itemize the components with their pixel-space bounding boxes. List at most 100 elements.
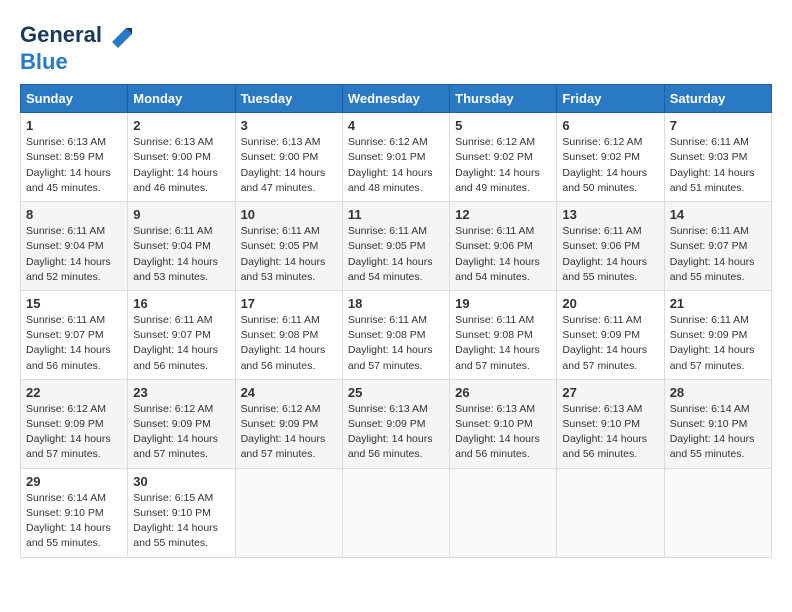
calendar-week-row: 15 Sunrise: 6:11 AMSunset: 9:07 PMDayligh… <box>21 290 772 379</box>
day-info: Sunrise: 6:11 AMSunset: 9:08 PMDaylight:… <box>241 313 337 374</box>
day-info: Sunrise: 6:11 AMSunset: 9:05 PMDaylight:… <box>348 224 444 285</box>
day-number: 1 <box>26 118 122 133</box>
calendar-cell <box>342 468 449 557</box>
day-number: 22 <box>26 385 122 400</box>
logo-blue-text: Blue <box>20 49 68 74</box>
day-number: 17 <box>241 296 337 311</box>
calendar-cell: 11 Sunrise: 6:11 AMSunset: 9:05 PMDayligh… <box>342 202 449 291</box>
weekday-header: Saturday <box>664 85 771 113</box>
day-number: 7 <box>670 118 766 133</box>
calendar-cell: 19 Sunrise: 6:11 AMSunset: 9:08 PMDayligh… <box>450 290 557 379</box>
day-number: 3 <box>241 118 337 133</box>
logo-icon <box>104 20 134 50</box>
weekday-header: Friday <box>557 85 664 113</box>
calendar-cell: 20 Sunrise: 6:11 AMSunset: 9:09 PMDayligh… <box>557 290 664 379</box>
calendar-week-row: 1 Sunrise: 6:13 AMSunset: 8:59 PMDaylight… <box>21 113 772 202</box>
calendar-cell: 16 Sunrise: 6:11 AMSunset: 9:07 PMDayligh… <box>128 290 235 379</box>
day-number: 6 <box>562 118 658 133</box>
day-info: Sunrise: 6:13 AMSunset: 9:09 PMDaylight:… <box>348 402 444 463</box>
day-info: Sunrise: 6:11 AMSunset: 9:07 PMDaylight:… <box>26 313 122 374</box>
calendar-cell: 13 Sunrise: 6:11 AMSunset: 9:06 PMDayligh… <box>557 202 664 291</box>
day-info: Sunrise: 6:11 AMSunset: 9:08 PMDaylight:… <box>348 313 444 374</box>
calendar-cell: 18Sunrise: 6:11 AMSunset: 9:08 PMDayligh… <box>342 290 449 379</box>
day-number: 29 <box>26 474 122 489</box>
calendar-cell: 5 Sunrise: 6:12 AMSunset: 9:02 PMDaylight… <box>450 113 557 202</box>
day-info: Sunrise: 6:13 AMSunset: 9:10 PMDaylight:… <box>455 402 551 463</box>
day-info: Sunrise: 6:11 AMSunset: 9:09 PMDaylight:… <box>562 313 658 374</box>
day-number: 23 <box>133 385 229 400</box>
day-info: Sunrise: 6:11 AMSunset: 9:06 PMDaylight:… <box>562 224 658 285</box>
day-number: 10 <box>241 207 337 222</box>
day-info: Sunrise: 6:11 AMSunset: 9:04 PMDaylight:… <box>133 224 229 285</box>
day-number: 15 <box>26 296 122 311</box>
day-number: 21 <box>670 296 766 311</box>
day-number: 11 <box>348 207 444 222</box>
day-number: 25 <box>348 385 444 400</box>
calendar-week-row: 22 Sunrise: 6:12 AMSunset: 9:09 PMDayligh… <box>21 379 772 468</box>
day-number: 14 <box>670 207 766 222</box>
calendar-cell: 15 Sunrise: 6:11 AMSunset: 9:07 PMDayligh… <box>21 290 128 379</box>
weekday-header-row: SundayMondayTuesdayWednesdayThursdayFrid… <box>21 85 772 113</box>
calendar-cell: 6 Sunrise: 6:12 AMSunset: 9:02 PMDaylight… <box>557 113 664 202</box>
calendar-cell: 9 Sunrise: 6:11 AMSunset: 9:04 PMDaylight… <box>128 202 235 291</box>
day-number: 27 <box>562 385 658 400</box>
day-number: 9 <box>133 207 229 222</box>
calendar-cell: 1 Sunrise: 6:13 AMSunset: 8:59 PMDaylight… <box>21 113 128 202</box>
day-info: Sunrise: 6:14 AMSunset: 9:10 PMDaylight:… <box>26 491 122 552</box>
calendar-cell: 7 Sunrise: 6:11 AMSunset: 9:03 PMDaylight… <box>664 113 771 202</box>
calendar-cell: 26 Sunrise: 6:13 AMSunset: 9:10 PMDayligh… <box>450 379 557 468</box>
weekday-header: Sunday <box>21 85 128 113</box>
day-info: Sunrise: 6:11 AMSunset: 9:05 PMDaylight:… <box>241 224 337 285</box>
day-number: 2 <box>133 118 229 133</box>
calendar-cell <box>235 468 342 557</box>
calendar-cell: 23 Sunrise: 6:12 AMSunset: 9:09 PMDayligh… <box>128 379 235 468</box>
weekday-header: Wednesday <box>342 85 449 113</box>
weekday-header: Monday <box>128 85 235 113</box>
day-info: Sunrise: 6:12 AMSunset: 9:02 PMDaylight:… <box>562 135 658 196</box>
calendar-cell: 30Sunrise: 6:15 AMSunset: 9:10 PMDayligh… <box>128 468 235 557</box>
day-number: 19 <box>455 296 551 311</box>
calendar-week-row: 8 Sunrise: 6:11 AMSunset: 9:04 PMDaylight… <box>21 202 772 291</box>
day-info: Sunrise: 6:11 AMSunset: 9:06 PMDaylight:… <box>455 224 551 285</box>
day-info: Sunrise: 6:15 AMSunset: 9:10 PMDaylight:… <box>133 491 229 552</box>
day-info: Sunrise: 6:13 AMSunset: 9:00 PMDaylight:… <box>241 135 337 196</box>
day-info: Sunrise: 6:11 AMSunset: 9:08 PMDaylight:… <box>455 313 551 374</box>
day-info: Sunrise: 6:13 AMSunset: 9:00 PMDaylight:… <box>133 135 229 196</box>
day-info: Sunrise: 6:12 AMSunset: 9:09 PMDaylight:… <box>241 402 337 463</box>
page-header: General Blue <box>20 20 772 74</box>
logo-text: General <box>20 23 102 47</box>
day-info: Sunrise: 6:12 AMSunset: 9:09 PMDaylight:… <box>133 402 229 463</box>
calendar-table: SundayMondayTuesdayWednesdayThursdayFrid… <box>20 84 772 557</box>
day-info: Sunrise: 6:11 AMSunset: 9:04 PMDaylight:… <box>26 224 122 285</box>
day-info: Sunrise: 6:12 AMSunset: 9:09 PMDaylight:… <box>26 402 122 463</box>
day-number: 5 <box>455 118 551 133</box>
weekday-header: Tuesday <box>235 85 342 113</box>
calendar-week-row: 29 Sunrise: 6:14 AMSunset: 9:10 PMDayligh… <box>21 468 772 557</box>
calendar-cell: 29 Sunrise: 6:14 AMSunset: 9:10 PMDayligh… <box>21 468 128 557</box>
day-info: Sunrise: 6:13 AMSunset: 9:10 PMDaylight:… <box>562 402 658 463</box>
calendar-cell: 3 Sunrise: 6:13 AMSunset: 9:00 PMDaylight… <box>235 113 342 202</box>
calendar-cell <box>557 468 664 557</box>
calendar-cell: 25 Sunrise: 6:13 AMSunset: 9:09 PMDayligh… <box>342 379 449 468</box>
calendar-cell: 21 Sunrise: 6:11 AMSunset: 9:09 PMDayligh… <box>664 290 771 379</box>
day-info: Sunrise: 6:11 AMSunset: 9:07 PMDaylight:… <box>133 313 229 374</box>
calendar-cell: 14 Sunrise: 6:11 AMSunset: 9:07 PMDayligh… <box>664 202 771 291</box>
calendar-cell: 12Sunrise: 6:11 AMSunset: 9:06 PMDayligh… <box>450 202 557 291</box>
day-number: 13 <box>562 207 658 222</box>
day-info: Sunrise: 6:14 AMSunset: 9:10 PMDaylight:… <box>670 402 766 463</box>
weekday-header: Thursday <box>450 85 557 113</box>
day-info: Sunrise: 6:12 AMSunset: 9:01 PMDaylight:… <box>348 135 444 196</box>
day-number: 20 <box>562 296 658 311</box>
day-info: Sunrise: 6:11 AMSunset: 9:09 PMDaylight:… <box>670 313 766 374</box>
calendar-cell <box>664 468 771 557</box>
day-info: Sunrise: 6:12 AMSunset: 9:02 PMDaylight:… <box>455 135 551 196</box>
day-number: 8 <box>26 207 122 222</box>
day-number: 16 <box>133 296 229 311</box>
day-info: Sunrise: 6:11 AMSunset: 9:03 PMDaylight:… <box>670 135 766 196</box>
day-info: Sunrise: 6:13 AMSunset: 8:59 PMDaylight:… <box>26 135 122 196</box>
calendar-cell: 27 Sunrise: 6:13 AMSunset: 9:10 PMDayligh… <box>557 379 664 468</box>
day-number: 26 <box>455 385 551 400</box>
calendar-cell: 22 Sunrise: 6:12 AMSunset: 9:09 PMDayligh… <box>21 379 128 468</box>
day-info: Sunrise: 6:11 AMSunset: 9:07 PMDaylight:… <box>670 224 766 285</box>
calendar-cell: 24Sunrise: 6:12 AMSunset: 9:09 PMDayligh… <box>235 379 342 468</box>
